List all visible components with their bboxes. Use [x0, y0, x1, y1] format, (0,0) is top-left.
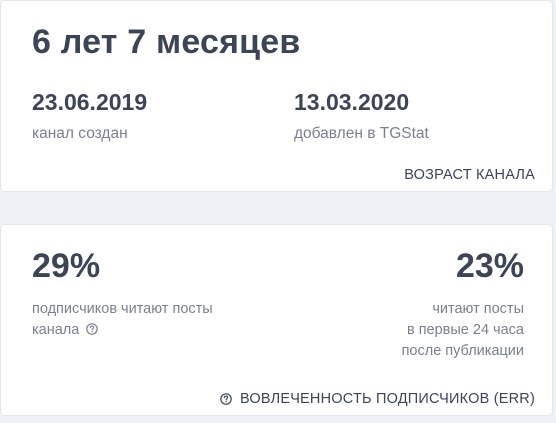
- read-24h-percent-value: 23%: [455, 247, 524, 285]
- read-24h-line-2: в первые 24 часа: [406, 322, 524, 338]
- channel-age-footer: ВОЗРАСТ КАНАЛА: [404, 167, 535, 183]
- channel-age-footer-label: ВОЗРАСТ КАНАЛА: [404, 167, 535, 183]
- added-date-label: добавлен в TGStat: [294, 125, 429, 142]
- channel-age-card: 6 лет 7 месяцев 23.06.2019 канал создан …: [0, 0, 553, 192]
- read-24h-line-1: читают посты: [432, 301, 524, 317]
- added-date: 13.03.2020: [294, 89, 410, 115]
- read-percent-description: подписчиков читают посты канала: [32, 299, 213, 341]
- created-date: 23.06.2019: [32, 89, 148, 115]
- err-footer[interactable]: ВОВЛЕЧЕННОСТЬ ПОДПИСЧИКОВ (ERR): [220, 391, 535, 407]
- read-percent-value: 29%: [32, 247, 101, 285]
- err-footer-label: ВОВЛЕЧЕННОСТЬ ПОДПИСЧИКОВ (ERR): [240, 391, 535, 407]
- channel-age-value: 6 лет 7 месяцев: [32, 23, 301, 61]
- read-percent-line-2-wrap: канала: [32, 320, 213, 341]
- read-24h-description: читают посты в первые 24 часа после публ…: [402, 299, 524, 362]
- question-circle-icon[interactable]: [86, 323, 99, 335]
- read-percent-line-2: канала: [32, 322, 80, 338]
- err-card: 29% подписчиков читают посты канала 23% …: [0, 224, 553, 416]
- created-date-label: канал создан: [32, 125, 128, 142]
- read-24h-line-3: после публикации: [401, 343, 524, 359]
- read-percent-line-1: подписчиков читают посты: [32, 301, 213, 317]
- question-circle-icon[interactable]: [220, 393, 232, 405]
